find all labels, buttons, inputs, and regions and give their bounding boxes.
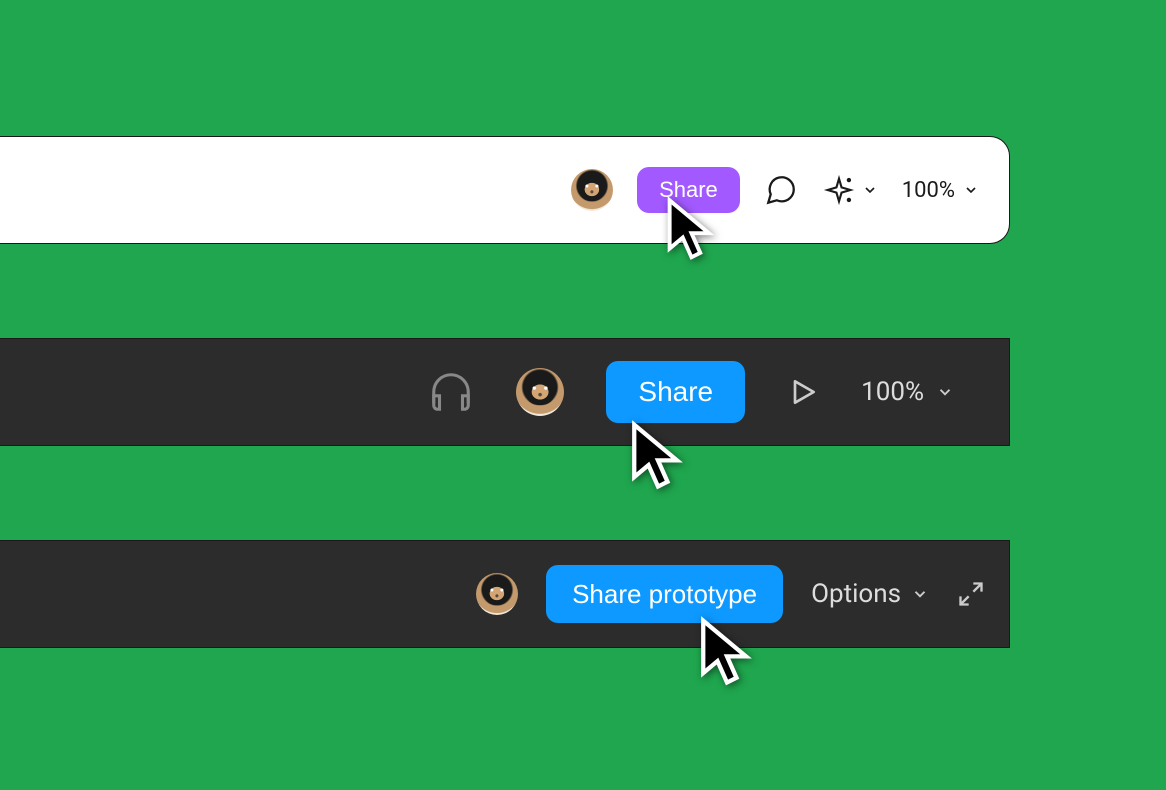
toolbar-dark-editor: Share 100%: [0, 338, 1010, 446]
play-icon: [787, 376, 819, 408]
chevron-down-icon: [911, 585, 929, 603]
chevron-down-icon: [963, 182, 979, 198]
headphones-button[interactable]: [428, 369, 474, 415]
options-dropdown[interactable]: Options: [811, 579, 929, 609]
share-prototype-label: Share prototype: [572, 579, 757, 610]
zoom-value: 100%: [902, 178, 955, 203]
sparkle-icon: [822, 173, 856, 207]
chevron-down-icon: [936, 383, 954, 401]
toolbar-dark-prototype: Share prototype Options: [0, 540, 1010, 648]
zoom-dropdown[interactable]: 100%: [902, 178, 979, 203]
sparkle-dropdown[interactable]: [822, 173, 878, 207]
options-label: Options: [811, 579, 901, 609]
avatar[interactable]: [476, 573, 518, 615]
zoom-value: 100%: [861, 377, 924, 407]
toolbar-light: Share 100%: [0, 136, 1010, 244]
headphones-icon: [428, 369, 474, 415]
zoom-dropdown[interactable]: 100%: [861, 377, 954, 407]
expand-button[interactable]: [957, 580, 985, 608]
share-button[interactable]: Share: [637, 167, 740, 213]
avatar[interactable]: [571, 169, 613, 211]
expand-icon: [957, 580, 985, 608]
avatar[interactable]: [516, 368, 564, 416]
comment-button[interactable]: [764, 173, 798, 207]
comment-icon: [764, 173, 798, 207]
chevron-down-icon: [862, 182, 878, 198]
share-prototype-button[interactable]: Share prototype: [546, 565, 783, 623]
play-button[interactable]: [787, 376, 819, 408]
share-button-label: Share: [638, 376, 713, 408]
share-button-label: Share: [659, 177, 718, 203]
share-button[interactable]: Share: [606, 361, 745, 423]
